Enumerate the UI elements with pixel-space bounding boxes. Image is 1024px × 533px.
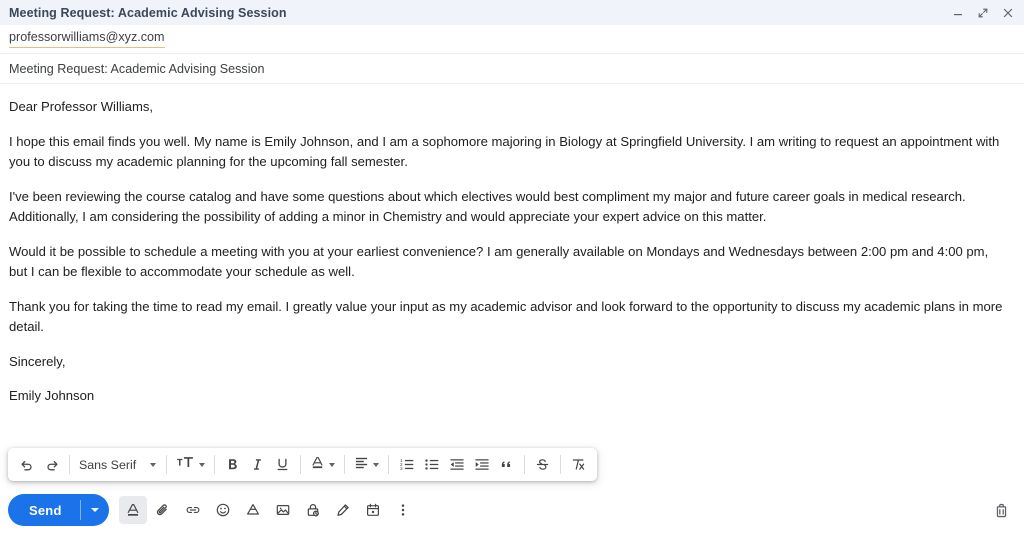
- text-size-select[interactable]: [172, 452, 209, 477]
- formatting-options-button[interactable]: [118, 496, 147, 524]
- chevron-down-icon: [373, 462, 380, 467]
- confidential-mode-icon[interactable]: [299, 496, 327, 524]
- subject-field[interactable]: Meeting Request: Academic Advising Sessi…: [9, 62, 265, 76]
- formatting-toolbar: Sans Serif 1 2 3: [8, 448, 598, 481]
- align-select[interactable]: [350, 452, 383, 477]
- chevron-down-icon: [329, 462, 336, 467]
- window-controls: [951, 6, 1015, 20]
- body-paragraph: Would it be possible to schedule a meeti…: [9, 243, 989, 280]
- body-paragraph: Sincerely,: [9, 353, 66, 369]
- toolbar-divider: [344, 455, 346, 474]
- bold-icon[interactable]: [220, 452, 245, 477]
- italic-icon[interactable]: [245, 452, 270, 477]
- align-left-icon: [354, 455, 369, 475]
- insert-link-icon[interactable]: [179, 496, 207, 524]
- body-paragraph: Dear Professor Williams,: [9, 99, 154, 114]
- bulleted-list-icon[interactable]: [419, 452, 444, 477]
- indent-more-icon[interactable]: [469, 452, 494, 477]
- font-family-value: Sans Serif: [79, 457, 137, 472]
- discard-draft-icon[interactable]: [987, 496, 1015, 524]
- body-paragraph: I've been reviewing the course catalog a…: [9, 188, 966, 225]
- compose-tools: [118, 496, 419, 524]
- send-button-group[interactable]: Send: [8, 494, 109, 526]
- toolbar-divider: [214, 455, 216, 474]
- text-color-icon: [310, 455, 325, 475]
- toolbar-divider: [560, 455, 562, 474]
- body-paragraph: Emily Johnson: [9, 388, 95, 403]
- svg-text:3: 3: [400, 466, 403, 471]
- indent-less-icon[interactable]: [444, 452, 469, 477]
- text-color-select[interactable]: [306, 452, 339, 477]
- insert-drive-icon[interactable]: [239, 496, 267, 524]
- compose-action-bar: Send: [0, 487, 1024, 533]
- more-options-icon[interactable]: [389, 496, 417, 524]
- insert-photo-icon[interactable]: [269, 496, 297, 524]
- redo-icon[interactable]: [39, 452, 64, 477]
- attach-file-icon[interactable]: [149, 496, 177, 524]
- recipient-field[interactable]: professorwilliams@xyz.com: [9, 30, 165, 48]
- recipient-row[interactable]: professorwilliams@xyz.com: [0, 25, 1024, 54]
- body-paragraph: Thank you for taking the time to read my…: [9, 298, 1003, 335]
- underline-icon[interactable]: [270, 452, 295, 477]
- toolbar-divider: [524, 455, 526, 474]
- remove-formatting-icon[interactable]: [566, 452, 591, 477]
- toolbar-divider: [166, 455, 168, 474]
- send-button[interactable]: Send: [8, 494, 80, 526]
- chevron-down-icon: [199, 462, 206, 467]
- body-paragraph: I hope this email finds you well. My nam…: [9, 133, 1000, 170]
- schedule-send-icon[interactable]: [359, 496, 387, 524]
- text-size-icon: [176, 454, 195, 475]
- send-options-button[interactable]: [81, 494, 109, 526]
- minimize-icon[interactable]: [951, 6, 965, 20]
- chevron-down-icon: [150, 462, 157, 467]
- compose-title: Meeting Request: Academic Advising Sessi…: [9, 5, 287, 20]
- insert-emoji-icon[interactable]: [209, 496, 237, 524]
- compose-title-bar: Meeting Request: Academic Advising Sessi…: [0, 0, 1024, 25]
- toolbar-divider: [69, 455, 70, 474]
- chevron-down-icon: [90, 508, 99, 512]
- toolbar-divider: [388, 455, 390, 474]
- close-icon[interactable]: [1001, 6, 1015, 20]
- compose-window: Meeting Request: Academic Advising Sessi…: [0, 0, 1024, 533]
- numbered-list-icon[interactable]: 1 2 3: [394, 452, 419, 477]
- subject-row[interactable]: Meeting Request: Academic Advising Sessi…: [0, 54, 1024, 84]
- popout-icon[interactable]: [976, 6, 990, 20]
- quote-icon[interactable]: [494, 452, 519, 477]
- strikethrough-icon[interactable]: [530, 452, 555, 477]
- insert-signature-icon[interactable]: [329, 496, 357, 524]
- font-family-select[interactable]: Sans Serif: [75, 452, 161, 477]
- toolbar-divider: [300, 455, 302, 474]
- undo-icon[interactable]: [14, 452, 39, 477]
